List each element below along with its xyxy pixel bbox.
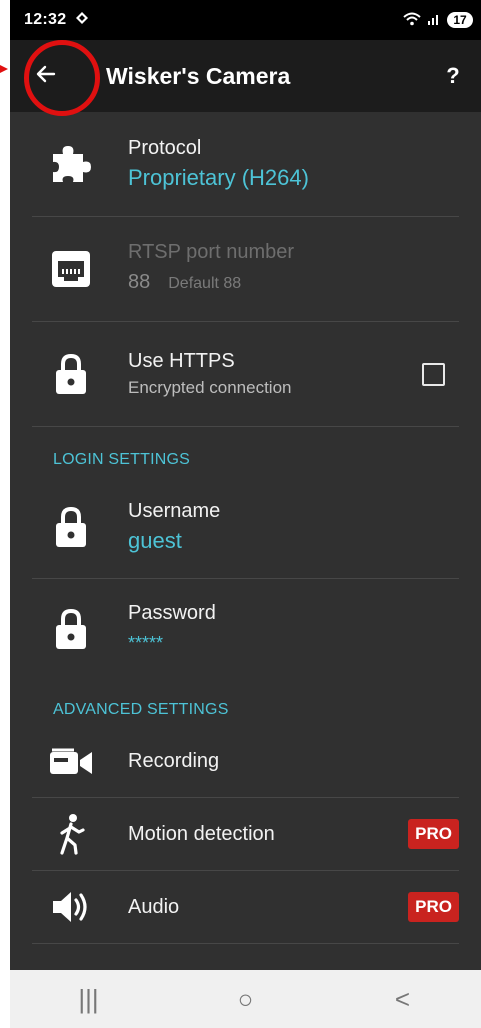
- puzzle-icon: [46, 139, 96, 189]
- setting-label: Protocol: [128, 137, 202, 159]
- notification-icon: [74, 10, 90, 31]
- back-button[interactable]: [10, 40, 82, 112]
- setting-recording[interactable]: Recording: [32, 725, 459, 798]
- pro-badge: PRO: [408, 819, 459, 849]
- setting-label: Use HTTPS: [128, 350, 235, 372]
- setting-label: Password: [128, 602, 216, 624]
- section-header-advanced: ADVANCED SETTINGS: [53, 701, 229, 718]
- lock-icon: [46, 502, 96, 552]
- setting-motion-detection[interactable]: Motion detection PRO: [32, 798, 459, 871]
- setting-label: Audio: [128, 896, 180, 918]
- setting-protocol[interactable]: Protocol Proprietary (H264): [32, 112, 459, 217]
- setting-use-https[interactable]: Use HTTPS Encrypted connection: [32, 322, 459, 427]
- https-checkbox[interactable]: [422, 362, 445, 386]
- setting-password[interactable]: Password *****: [32, 579, 459, 679]
- lock-icon: [46, 604, 96, 654]
- system-back-button[interactable]: <: [373, 984, 433, 1015]
- speaker-icon: [46, 882, 96, 932]
- setting-value: 88: [128, 271, 151, 293]
- ethernet-port-icon: [46, 244, 96, 294]
- annotation-arrow-icon: [0, 62, 8, 76]
- arrow-left-icon: [34, 62, 58, 91]
- recents-button[interactable]: |||: [59, 984, 119, 1015]
- battery-indicator: 17: [447, 12, 473, 28]
- status-time: 12:32: [24, 11, 67, 28]
- pro-badge: PRO: [408, 892, 459, 922]
- home-button[interactable]: ○: [216, 984, 276, 1015]
- setting-label: Motion detection: [128, 823, 275, 845]
- setting-value: Proprietary (H264): [128, 165, 309, 190]
- system-nav-bar: ||| ○ <: [10, 970, 481, 1028]
- setting-value: guest: [128, 527, 182, 553]
- app-toolbar: Wisker's Camera ?: [10, 40, 481, 112]
- setting-description: Encrypted connection: [128, 378, 292, 397]
- settings-list: Protocol Proprietary (H264) RTSP port nu…: [10, 112, 481, 944]
- walking-person-icon: [46, 809, 96, 859]
- setting-label: RTSP port number: [128, 241, 295, 263]
- help-button[interactable]: ?: [433, 63, 473, 89]
- section-header-login: LOGIN SETTINGS: [53, 451, 191, 468]
- app-screen: 12:32 17 Wisker's Camera ? Protocol Prop…: [10, 0, 481, 1028]
- status-bar: 12:32 17: [10, 0, 481, 40]
- setting-audio[interactable]: Audio PRO: [32, 871, 459, 944]
- video-camera-icon: [46, 736, 96, 786]
- setting-username[interactable]: Username guest: [32, 475, 459, 579]
- signal-icon: [427, 12, 441, 29]
- setting-hint: Default 88: [168, 275, 242, 292]
- setting-value: *****: [128, 633, 164, 653]
- setting-label: Recording: [128, 750, 220, 772]
- lock-icon: [46, 349, 96, 399]
- page-title: Wisker's Camera: [106, 62, 291, 89]
- setting-label: Username: [128, 499, 221, 522]
- setting-rtsp-port[interactable]: RTSP port number 88 Default 88: [32, 217, 459, 322]
- wifi-icon: [403, 12, 421, 29]
